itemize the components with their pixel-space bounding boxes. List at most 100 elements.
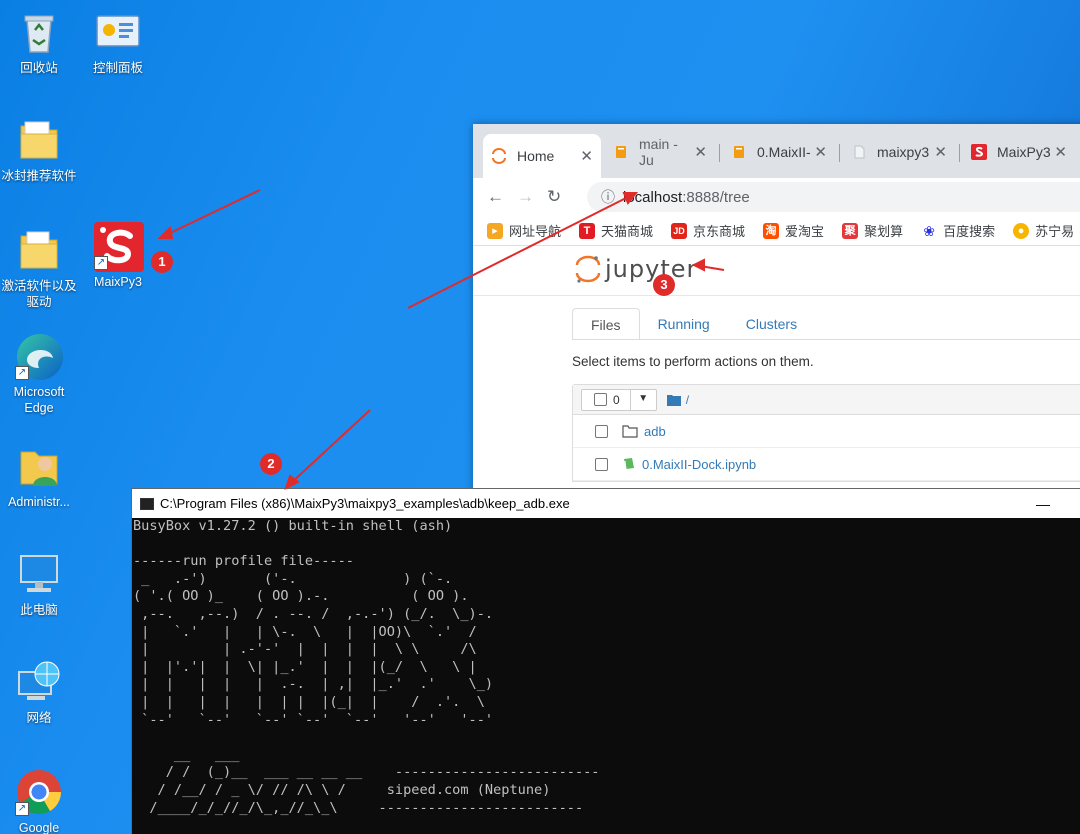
terminal-line: `--' `--' `--' `--' `--' '--' '--' bbox=[133, 711, 494, 728]
notebook-icon bbox=[731, 144, 747, 160]
desktop-icon-folder-activation[interactable]: 激活软件以及驱动 bbox=[0, 226, 79, 310]
folder-icon bbox=[15, 116, 63, 164]
select-all-checkbox[interactable] bbox=[594, 393, 607, 406]
terminal-line: ( '.( OO )_ ( OO ).-. ( OO ). bbox=[133, 588, 469, 605]
close-tab-icon[interactable]: ✕ bbox=[694, 143, 707, 161]
bookmark-item[interactable]: JD 京东商城 bbox=[671, 221, 745, 240]
close-tab-icon[interactable]: ✕ bbox=[580, 147, 593, 165]
tab-maixpy3-site[interactable]: MaixPy3 ✕ bbox=[963, 134, 1075, 170]
tab-main[interactable]: main - Ju ✕ bbox=[605, 134, 715, 170]
terminal-line: __ ___ bbox=[133, 746, 240, 763]
row-checkbox[interactable] bbox=[595, 457, 608, 471]
bookmark-item[interactable]: 聚聚划算 bbox=[842, 221, 903, 240]
jupyter-logo[interactable]: jupyter bbox=[575, 254, 697, 284]
folder-icon bbox=[15, 226, 63, 274]
jupyter-header: jupyter bbox=[473, 246, 1080, 296]
address-bar[interactable]: ⓘ localhost:8888/tree bbox=[587, 182, 1080, 212]
close-tab-icon[interactable]: ✕ bbox=[814, 143, 827, 161]
desktop-icon-label: Microsoft Edge bbox=[13, 385, 65, 415]
tab-home[interactable]: Home ✕ bbox=[483, 134, 601, 178]
tab-maixpy3-page[interactable]: maixpy3 ✕ bbox=[843, 134, 955, 170]
close-tab-icon[interactable]: ✕ bbox=[934, 143, 947, 161]
notebook-book-icon bbox=[622, 457, 636, 471]
annotation-badge-2: 2 bbox=[260, 453, 282, 475]
tab-label: Home bbox=[517, 148, 555, 164]
folder-icon bbox=[666, 394, 681, 406]
tab-label: maixpy3 bbox=[877, 144, 930, 160]
user-folder-icon bbox=[15, 442, 63, 490]
tab-files[interactable]: Files bbox=[572, 308, 640, 340]
maixpy3-app-icon: ↗ bbox=[94, 222, 144, 272]
shortcut-arrow-icon: ↗ bbox=[94, 256, 108, 270]
computer-icon bbox=[15, 550, 63, 598]
annotation-badge-3: 3 bbox=[653, 274, 675, 296]
close-tab-icon[interactable]: ✕ bbox=[1054, 143, 1067, 161]
item-name[interactable]: adb bbox=[644, 424, 666, 439]
desktop-icon-control-panel[interactable]: 控制面板 bbox=[78, 8, 158, 76]
desktop-icon-google-chrome[interactable]: ↗ Google bbox=[0, 768, 79, 834]
bookmark-item[interactable]: T 天猫商城 bbox=[579, 221, 653, 240]
desktop-icon-edge[interactable]: ↗ Microsoft Edge bbox=[0, 332, 79, 416]
bookmark-item[interactable]: ❀ 百度搜索 bbox=[921, 221, 995, 240]
caret-down-icon[interactable]: ▼ bbox=[629, 388, 656, 411]
network-icon bbox=[15, 658, 63, 706]
terminal-line: / / (_)__ ___ __ __ __ -----------------… bbox=[133, 764, 600, 781]
desktop-icon-network[interactable]: 网络 bbox=[0, 658, 79, 726]
tab-running[interactable]: Running bbox=[640, 308, 728, 340]
terminal-line: BusyBox v1.27.2 () built-in shell (ash) bbox=[133, 518, 453, 534]
annotation-badge-1: 1 bbox=[151, 251, 173, 273]
listing-header: 0 ▼ / bbox=[573, 385, 1080, 415]
maixpy-icon bbox=[971, 144, 987, 160]
shortcut-arrow-icon: ↗ bbox=[15, 802, 29, 816]
desktop-icon-label: 控制面板 bbox=[92, 61, 143, 75]
tab-label: main - Ju bbox=[639, 136, 678, 168]
terminal-title-bar[interactable]: C:\Program Files (x86)\MaixPy3\maixpy3_e… bbox=[132, 489, 1080, 518]
bookmark-item[interactable]: ● 苏宁易 bbox=[1013, 221, 1074, 240]
row-checkbox[interactable] bbox=[595, 424, 608, 438]
reload-icon[interactable]: ↻ bbox=[547, 187, 577, 207]
breadcrumb-root[interactable]: / bbox=[686, 393, 689, 407]
selection-hint: Select items to perform actions on them. bbox=[572, 354, 814, 369]
forward-arrow-icon[interactable]: → bbox=[517, 187, 547, 207]
suning-icon: ● bbox=[1013, 222, 1030, 239]
desktop-icon-admin[interactable]: Administr... bbox=[0, 442, 79, 510]
minimize-button[interactable]: — bbox=[1036, 496, 1050, 512]
terminal-window: C:\Program Files (x86)\MaixPy3\maixpy3_e… bbox=[131, 488, 1080, 834]
folder-outline-icon bbox=[622, 424, 638, 438]
desktop-icon-folder-software[interactable]: 冰封推荐软件 bbox=[0, 116, 79, 184]
desktop-icon-label: 回收站 bbox=[20, 61, 58, 75]
desktop-icon-this-pc[interactable]: 此电脑 bbox=[0, 550, 79, 618]
select-all-dropdown[interactable]: 0 ▼ bbox=[581, 388, 657, 411]
terminal-output[interactable]: BusyBox v1.27.2 () built-in shell (ash) … bbox=[132, 518, 1080, 834]
bookmark-item[interactable]: 淘爱淘宝 bbox=[763, 221, 824, 240]
terminal-line: | | | | | .-. | ,| |_.' .' \_) bbox=[133, 676, 494, 693]
desktop-icon-label: Administr... bbox=[8, 495, 70, 509]
site-info-icon[interactable]: ⓘ bbox=[601, 187, 615, 207]
item-name[interactable]: 0.MaixII-Dock.ipynb bbox=[642, 457, 756, 472]
terminal-line: ------run profile file----- bbox=[133, 553, 354, 570]
address-path: :8888/tree bbox=[682, 188, 750, 206]
desktop-icon-maixpy3[interactable]: ↗ MaixPy3 bbox=[78, 222, 158, 290]
desktop-icon-recycle-bin[interactable]: 回收站 bbox=[0, 8, 79, 76]
tab-clusters[interactable]: Clusters bbox=[728, 308, 815, 340]
bookmark-item[interactable]: ▸ 网址导航 bbox=[487, 221, 561, 240]
taobao-icon: 淘 bbox=[763, 222, 780, 239]
breadcrumb: / bbox=[666, 393, 689, 407]
jupyter-spinner-icon bbox=[491, 148, 507, 164]
desktop-icon-label: Google bbox=[18, 821, 60, 834]
list-item[interactable]: adb bbox=[573, 415, 1080, 448]
terminal-line: | | .-'-' | | | | \ \ /\ bbox=[133, 641, 477, 658]
notebook-icon bbox=[613, 144, 629, 160]
page-icon bbox=[851, 144, 867, 160]
desktop-icon-label: MaixPy3 bbox=[94, 275, 142, 289]
shortcut-arrow-icon: ↗ bbox=[15, 366, 29, 380]
terminal-line: /____/_/_//_/\_,_//_\_\ ----------------… bbox=[133, 799, 584, 816]
back-arrow-icon[interactable]: ← bbox=[487, 187, 517, 207]
list-item[interactable]: 0.MaixII-Dock.ipynb bbox=[573, 448, 1080, 481]
arrow-to-maixpy3 bbox=[165, 189, 261, 236]
arrow-head bbox=[157, 225, 174, 239]
bookmark-nav-icon: ▸ bbox=[487, 222, 503, 239]
tab-maixii-dock[interactable]: 0.MaixII- ✕ bbox=[723, 134, 835, 170]
